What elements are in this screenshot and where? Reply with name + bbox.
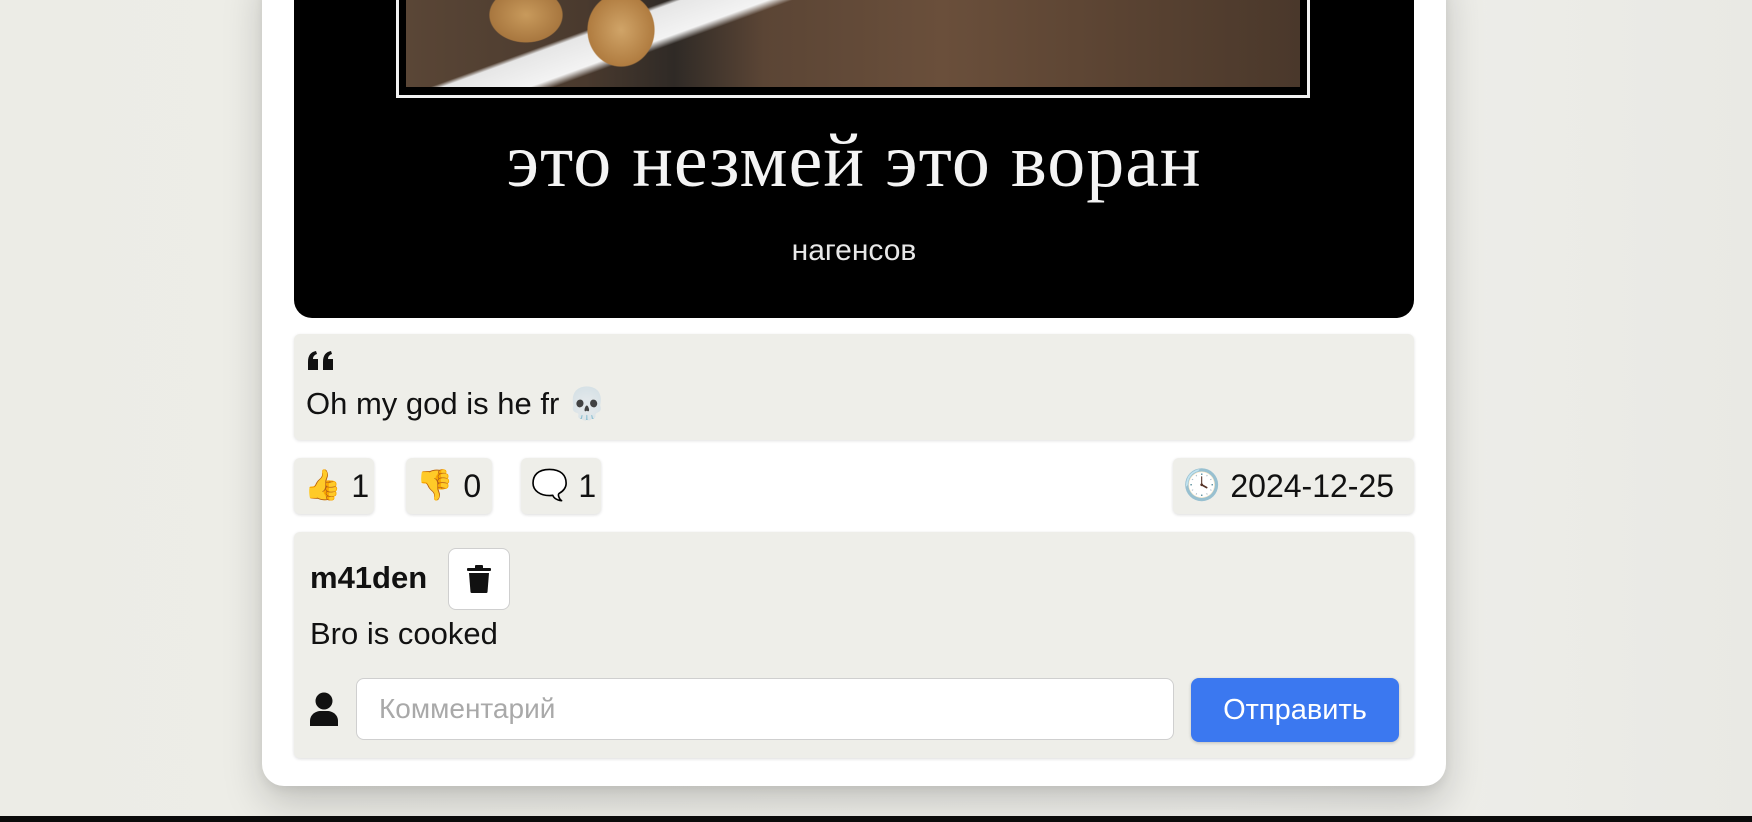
comments-section: m41den Bro is cooked Отправить xyxy=(294,532,1414,758)
comment-author: m41den xyxy=(310,560,428,595)
meme-caption: это незмей это воран xyxy=(506,119,1202,203)
like-button[interactable]: 👍 1 xyxy=(294,458,374,514)
post-date: 🕓 2024-12-25 xyxy=(1173,458,1414,514)
clock-icon: 🕓 xyxy=(1183,469,1221,502)
post-quote: Oh my god is he fr 💀 xyxy=(294,334,1414,440)
send-comment-button[interactable]: Отправить xyxy=(1191,678,1399,742)
speech-bubble-icon: 🗨️ xyxy=(531,469,569,502)
comments-button[interactable]: 🗨️ 1 xyxy=(521,458,601,514)
comment-input[interactable] xyxy=(356,678,1174,740)
bottom-edge xyxy=(0,816,1752,822)
comment-count: 1 xyxy=(578,467,597,504)
meme-photo-frame xyxy=(396,0,1310,98)
dislike-count: 0 xyxy=(463,467,482,504)
meme-image: это незмей это воран нагенсов xyxy=(294,0,1414,318)
delete-comment-button[interactable] xyxy=(448,548,510,610)
dislike-button[interactable]: 👎 0 xyxy=(406,458,492,514)
post-text: Oh my god is he fr 💀 xyxy=(306,386,607,421)
post-card: это незмей это воран нагенсов Oh my god … xyxy=(262,0,1446,786)
like-count: 1 xyxy=(351,467,370,504)
meme-photo xyxy=(406,0,1300,87)
meme-subcaption: нагенсов xyxy=(791,234,917,267)
user-icon xyxy=(310,692,338,726)
quote-icon xyxy=(308,351,333,370)
comment-text: Bro is cooked xyxy=(310,616,498,651)
thumbs-down-icon: 👎 xyxy=(416,469,454,502)
date-text: 2024-12-25 xyxy=(1230,467,1395,504)
trash-icon xyxy=(467,565,491,593)
thumbs-up-icon: 👍 xyxy=(304,469,342,502)
